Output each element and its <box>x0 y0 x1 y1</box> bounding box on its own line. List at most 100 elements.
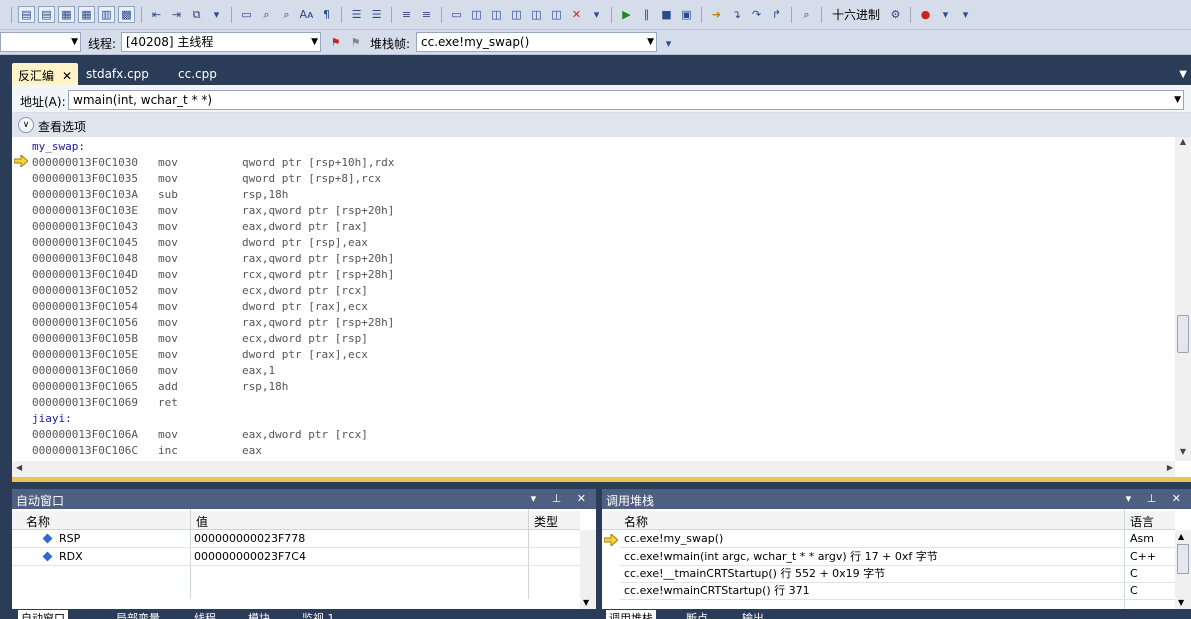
step-over-icon[interactable]: ↷ <box>748 6 765 23</box>
table-row[interactable]: cc.exe!wmainCRTStartup() 行 371 C <box>620 583 1175 600</box>
stackframe-combo[interactable]: cc.exe!my_swap() ▼ <box>416 32 657 52</box>
save-icon[interactable]: ▩ <box>118 6 135 23</box>
breakpoints-dropdown-icon[interactable]: ▾ <box>937 6 954 23</box>
new-file-icon[interactable]: ▤ <box>18 6 35 23</box>
tab-disassembly[interactable]: 反汇编 ✕ <box>12 63 79 85</box>
disassembly-code[interactable]: my_swap: 000000013F0C1030 mov qword ptr [r… <box>12 137 1175 461</box>
quick-watch-icon[interactable]: ⌕ <box>798 6 815 23</box>
document-tab-bar: 反汇编 ✕ stdafx.cpp cc.cpp ▼ <box>0 55 1191 85</box>
instruction-address: 000000013F0C104D <box>32 268 138 281</box>
flag-all-icon[interactable]: ⚑ <box>347 34 364 51</box>
bookmark-next-icon[interactable]: ◫ <box>488 6 505 23</box>
column-header-name[interactable]: 名称 <box>624 513 648 530</box>
panel-controls[interactable]: ▾ ⊥ ✕ <box>531 492 592 505</box>
window-list-icon[interactable]: ▦ <box>78 6 95 23</box>
format-icon[interactable]: ¶ <box>318 6 335 23</box>
bookmark-icon[interactable]: ▭ <box>448 6 465 23</box>
address-value: wmain(int, wchar_t * *) <box>73 93 213 107</box>
process-combo[interactable]: ▼ <box>0 32 81 52</box>
view-options-bar: ∨ 查看选项 <box>12 113 1191 137</box>
scroll-right-icon[interactable]: ▶ <box>1167 463 1173 472</box>
thread-combo[interactable]: [40208] 主线程 ▼ <box>121 32 321 52</box>
table-row[interactable]: cc.exe!my_swap() Asm <box>620 531 1175 548</box>
table-row[interactable]: RSP 000000000023F778 <box>12 531 580 548</box>
tab-autos[interactable]: 自动窗口 <box>18 610 68 619</box>
scroll-left-icon[interactable]: ◀ <box>16 463 22 472</box>
more-dropdown-icon[interactable]: ▾ <box>957 6 974 23</box>
show-threads-icon[interactable]: ⚙ <box>887 6 904 23</box>
tab-cc-cpp[interactable]: cc.cpp <box>172 63 223 85</box>
open-file-icon[interactable]: ▤ <box>38 6 55 23</box>
font-size-icon[interactable]: Aᴀ <box>298 6 315 23</box>
scroll-down-icon[interactable]: ▼ <box>1178 598 1184 607</box>
column-header-language[interactable]: 语言 <box>1130 513 1154 530</box>
redo-icon[interactable]: ⇥ <box>168 6 185 23</box>
column-header-value[interactable]: 值 <box>196 513 208 530</box>
scroll-up-icon[interactable]: ▲ <box>1175 137 1191 151</box>
toolbar-separator <box>11 6 12 23</box>
vertical-scrollbar[interactable]: ▲ ▼ <box>1175 530 1191 609</box>
find-icon[interactable]: ⌕ <box>258 6 275 23</box>
uncomment-icon[interactable]: ≡ <box>418 6 435 23</box>
flag-thread-icon[interactable]: ⚑ <box>327 34 344 51</box>
scrollbar-thumb[interactable] <box>1177 315 1189 353</box>
call-stack-window: 调用堆栈 ▾ ⊥ ✕ 名称 语言 cc.exe!my_swap() Asm cc… <box>602 489 1191 619</box>
show-next-statement-icon[interactable]: ➜ <box>708 6 725 23</box>
table-row[interactable]: cc.exe!__tmainCRTStartup() 行 552 + 0x19 … <box>620 566 1175 583</box>
break-all-icon[interactable]: ∥ <box>638 6 655 23</box>
instruction-opcode: ret <box>158 396 178 409</box>
frame-language: C++ <box>1130 550 1157 563</box>
bookmark-folder-icon[interactable]: ◫ <box>508 6 525 23</box>
properties-icon[interactable]: ▭ <box>238 6 255 23</box>
tab-breakpoints[interactable]: 断点 <box>686 610 708 619</box>
expand-options-button[interactable]: ∨ <box>18 117 34 133</box>
address-input[interactable]: wmain(int, wchar_t * *) ▼ <box>68 90 1184 110</box>
window-split-icon[interactable]: ▥ <box>98 6 115 23</box>
instruction-operands: dword ptr [rsp],eax <box>242 236 368 249</box>
scroll-down-icon[interactable]: ▼ <box>583 598 589 607</box>
step-out-icon[interactable]: ↱ <box>768 6 785 23</box>
scroll-down-icon[interactable]: ▼ <box>1175 447 1191 461</box>
close-icon[interactable]: ✕ <box>62 69 72 83</box>
tab-output[interactable]: 输出 <box>742 610 764 619</box>
frame-language: C <box>1130 567 1138 580</box>
continue-icon[interactable]: ▶ <box>618 6 635 23</box>
horizontal-scrollbar[interactable]: ◀ ▶ <box>12 461 1175 477</box>
scrollbar-thumb[interactable] <box>1177 544 1189 574</box>
more-dropdown-icon[interactable]: ▾ <box>588 6 605 23</box>
vertical-scrollbar[interactable]: ▼ <box>580 530 596 609</box>
tab-locals[interactable]: 局部变量 <box>116 610 160 619</box>
bookmark-delete-icon[interactable]: ✕ <box>568 6 585 23</box>
restart-icon[interactable]: ▣ <box>678 6 695 23</box>
breakpoints-icon[interactable]: ● <box>917 6 934 23</box>
panel-controls[interactable]: ▾ ⊥ ✕ <box>1126 492 1187 505</box>
stop-debugging-icon[interactable]: ■ <box>658 6 675 23</box>
tab-call-stack[interactable]: 调用堆栈 <box>606 610 656 619</box>
more-dropdown-icon[interactable]: ▾ <box>208 6 225 23</box>
scroll-up-icon[interactable]: ▲ <box>1178 532 1184 541</box>
bookmark-prev-icon[interactable]: ◫ <box>468 6 485 23</box>
more-dropdown-icon[interactable]: ▾ <box>660 35 677 52</box>
tab-stdafx-cpp[interactable]: stdafx.cpp <box>80 63 155 85</box>
tab-list-dropdown-icon[interactable]: ▼ <box>1179 69 1187 80</box>
table-row[interactable]: cc.exe!wmain(int argc, wchar_t * * argv)… <box>620 549 1175 566</box>
column-header-name[interactable]: 名称 <box>26 513 50 530</box>
find-replace-icon[interactable]: ⌕ <box>278 6 295 23</box>
table-row[interactable]: RDX 000000000023F7C4 <box>12 549 580 566</box>
window-icon[interactable]: ▦ <box>58 6 75 23</box>
indent-icon[interactable]: ☰ <box>348 6 365 23</box>
instruction-operands: ecx,dword ptr [rsp] <box>242 332 368 345</box>
hex-display-button[interactable]: 十六进制 <box>828 6 884 23</box>
step-into-icon[interactable]: ↴ <box>728 6 745 23</box>
column-header-type[interactable]: 类型 <box>534 513 558 530</box>
undo-icon[interactable]: ⇤ <box>148 6 165 23</box>
tab-threads[interactable]: 线程 <box>194 610 216 619</box>
comment-icon[interactable]: ≡ <box>398 6 415 23</box>
tab-watch-1[interactable]: 监视 1 <box>302 610 335 619</box>
outdent-icon[interactable]: ☰ <box>368 6 385 23</box>
bookmark-clear-icon[interactable]: ◫ <box>528 6 545 23</box>
copy-icon[interactable]: ⧉ <box>188 6 205 23</box>
vertical-scrollbar[interactable]: ▲ ▼ <box>1175 137 1191 461</box>
bookmark-list-icon[interactable]: ◫ <box>548 6 565 23</box>
tab-modules[interactable]: 模块 <box>248 610 270 619</box>
